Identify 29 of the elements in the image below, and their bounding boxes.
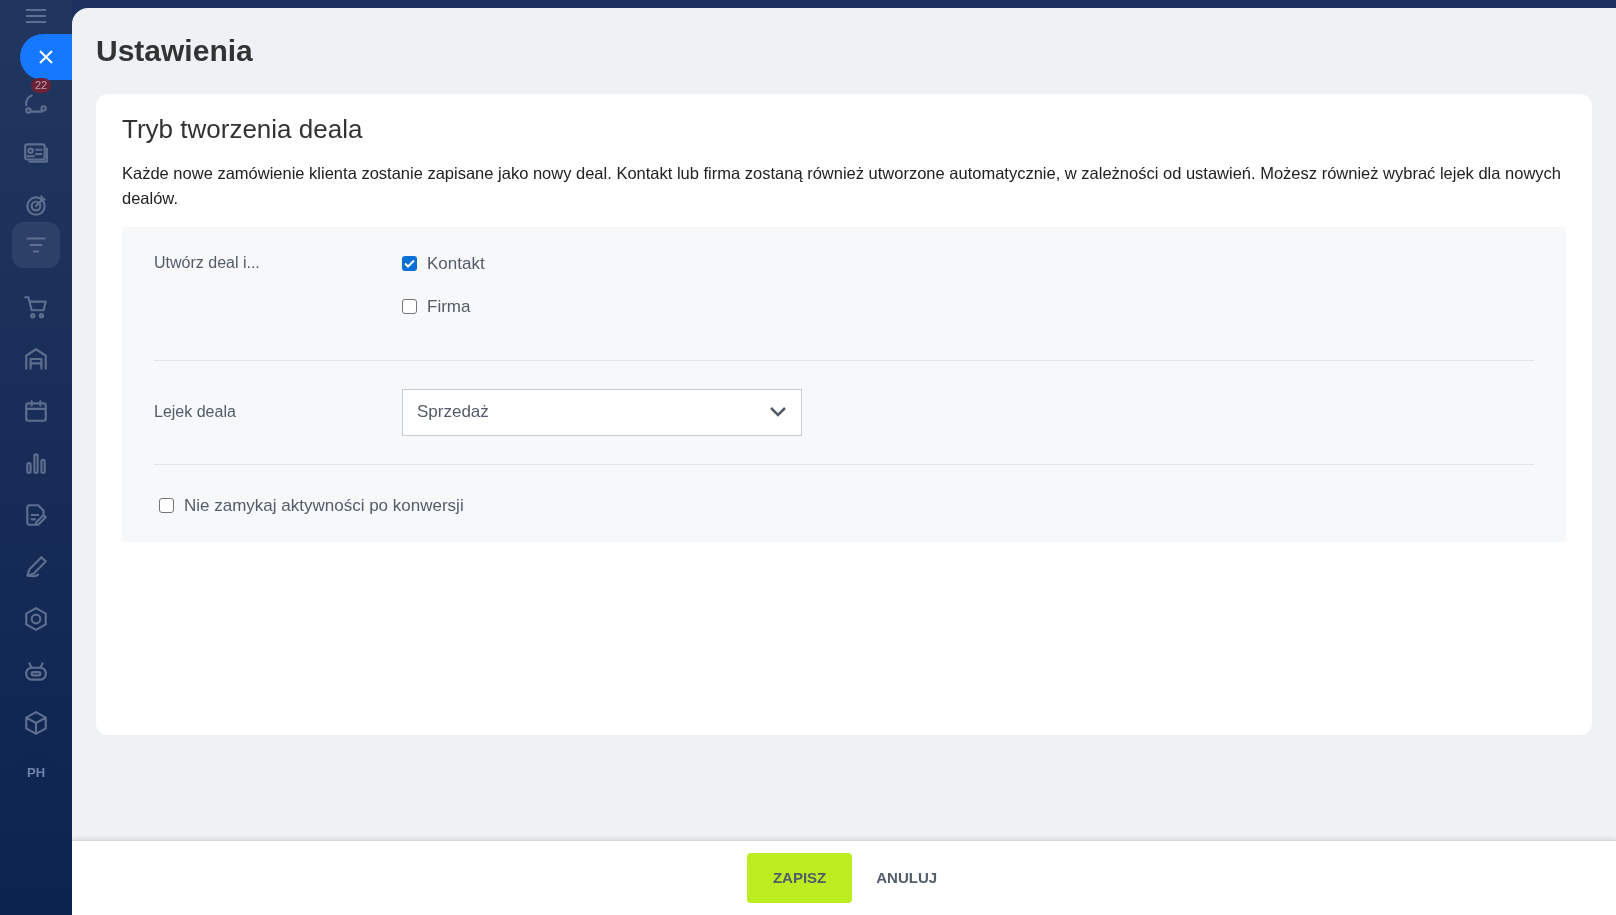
contact-card-icon[interactable] (22, 140, 50, 166)
field-label: Lejek deala (154, 402, 237, 422)
close-button[interactable] (20, 34, 72, 80)
target-icon[interactable] (23, 192, 49, 218)
document-edit-icon[interactable] (23, 502, 49, 528)
bar-chart-icon[interactable] (23, 450, 49, 476)
field-label: Utwórz deal i... (154, 252, 261, 273)
save-button[interactable]: ZAPISZ (746, 853, 853, 903)
chevron-down-icon (769, 406, 787, 418)
checkbox-label: Kontakt (427, 252, 485, 275)
warehouse-icon[interactable] (23, 346, 49, 372)
pencil-icon[interactable] (23, 554, 49, 580)
checkbox-label: Firma (427, 296, 471, 318)
close-icon (39, 50, 53, 64)
pipeline-dropdown[interactable]: Sprzedaż (402, 388, 802, 436)
checkbox[interactable] (402, 299, 417, 315)
cart-icon[interactable] (23, 294, 49, 320)
checkbox[interactable] (159, 497, 174, 513)
notification-badge: 22 (31, 78, 52, 93)
section-heading: Tryb tworzenia deala (122, 112, 364, 146)
hexagon-icon[interactable] (23, 606, 49, 632)
page-title: Ustawienia (96, 33, 254, 69)
checkbox-label: Nie zamykaj aktywności po konwersji (184, 494, 464, 517)
box-icon[interactable] (23, 710, 49, 736)
checkbox[interactable] (402, 255, 417, 271)
cancel-button[interactable]: ANULUJ (872, 853, 942, 903)
menu-icon[interactable] (25, 8, 47, 24)
section-description: Każde nowe zamówienie klienta zostanie zapisane jako nowy deal. Kontakt lub firma zostaną również utworzone automatycznie, w zależności od ustawień. Możesz również wybrać lejek dla nowych dealów. (122, 162, 1562, 209)
calendar-icon[interactable] (23, 398, 49, 424)
